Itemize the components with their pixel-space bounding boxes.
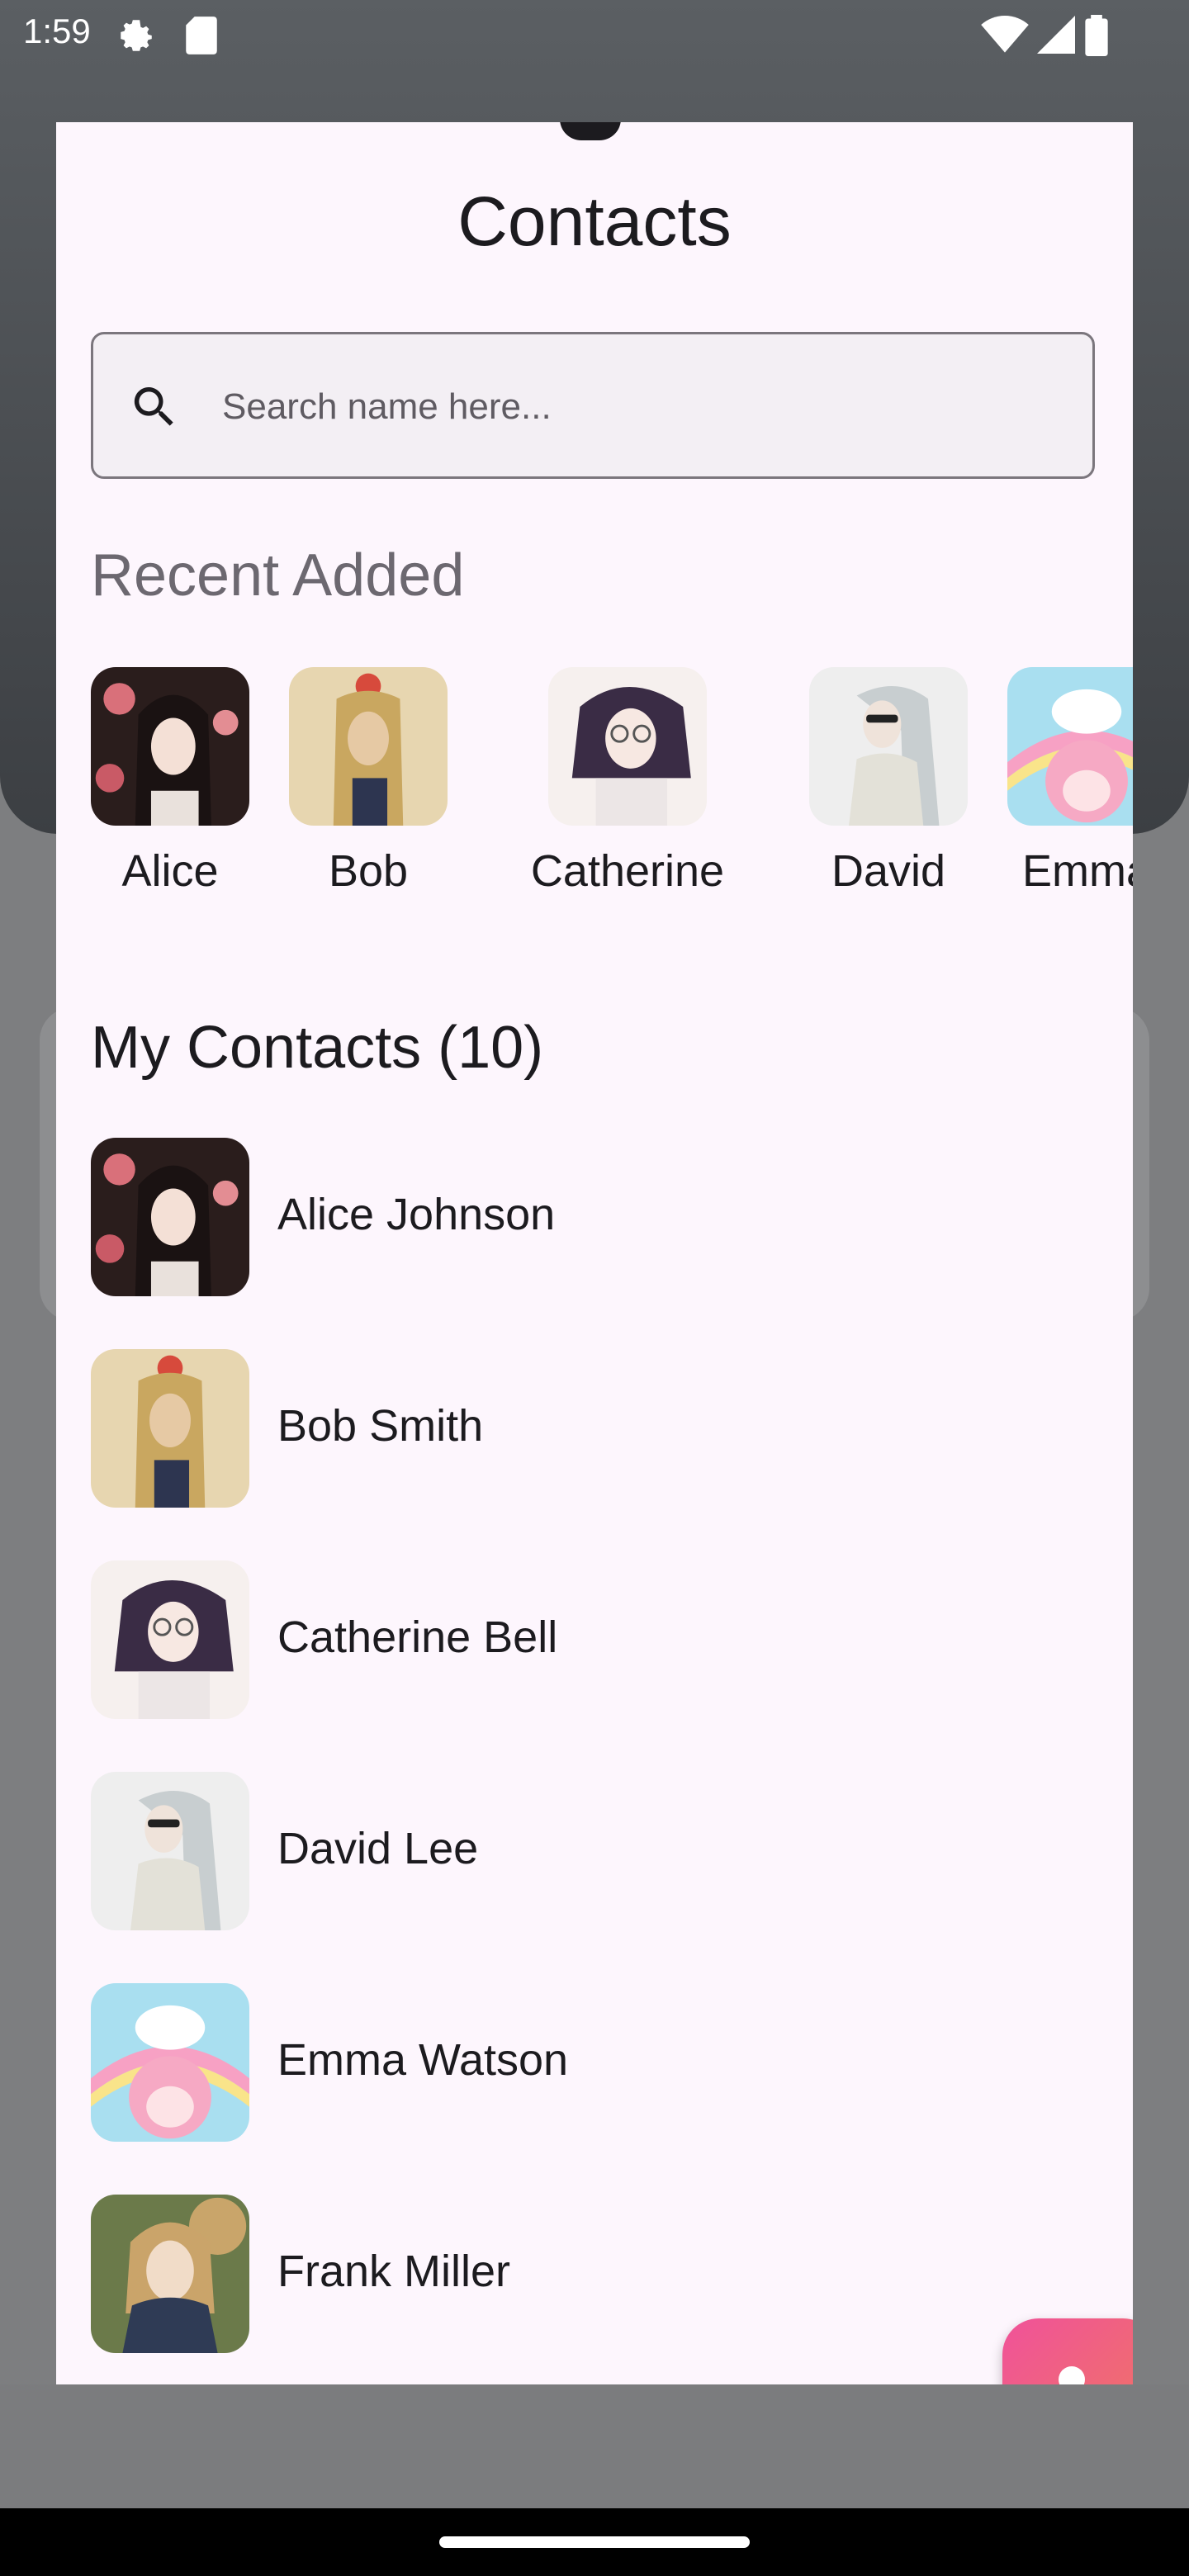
recent-name: Bob: [328, 846, 409, 896]
avatar: [91, 1772, 249, 1930]
contacts-sheet: Contacts Recent Added Alice Bob Catherin…: [56, 122, 1133, 2384]
recent-contacts-row[interactable]: Alice Bob Catherine David Emma: [91, 667, 1133, 1030]
wifi-icon: [981, 15, 1029, 59]
contact-name: Frank Miller: [277, 2247, 511, 2296]
contact-name: Bob Smith: [277, 1401, 484, 1451]
search-field[interactable]: [91, 332, 1095, 479]
page-title: Contacts: [457, 182, 732, 260]
contact-row-catherine-bell[interactable]: Catherine Bell: [91, 1560, 1082, 1719]
avatar: [91, 2195, 249, 2353]
avatar: [548, 667, 707, 826]
avatar: [809, 667, 968, 826]
recent-name: Alice: [121, 846, 219, 896]
avatar: [91, 1983, 249, 2142]
recent-item-catherine[interactable]: Catherine: [512, 667, 743, 897]
search-input[interactable]: [220, 371, 1049, 443]
contacts-section-title: My Contacts (10): [91, 1015, 544, 1081]
recent-item-bob[interactable]: Bob: [289, 667, 448, 897]
avatar: [91, 1560, 249, 1719]
contact-row-frank-miller[interactable]: Frank Miller: [91, 2195, 1082, 2353]
contact-row-emma-watson[interactable]: Emma Watson: [91, 1983, 1082, 2142]
recent-name: David: [831, 846, 946, 896]
search-icon: [128, 381, 181, 433]
contact-row-alice-johnson[interactable]: Alice Johnson: [91, 1138, 1082, 1296]
recent-item-alice[interactable]: Alice: [91, 667, 249, 897]
contact-name: Alice Johnson: [277, 1190, 556, 1239]
battery-icon: [1085, 15, 1108, 60]
contact-row-david-lee[interactable]: David Lee: [91, 1772, 1082, 1930]
home-gesture-handle[interactable]: [439, 2536, 750, 2548]
recent-section-title: Recent Added: [91, 542, 465, 608]
settings-icon: [116, 15, 157, 60]
recent-item-emma[interactable]: Emma: [1007, 667, 1133, 897]
avatar: [91, 1349, 249, 1508]
avatar: [91, 1138, 249, 1296]
contact-name: Emma Watson: [277, 2035, 569, 2085]
recent-name: Emma: [1021, 846, 1133, 896]
status-bar: 1:59: [0, 0, 1189, 69]
background-scrim: [0, 2384, 1189, 2508]
add-contact-button[interactable]: [1002, 2318, 1133, 2384]
recent-item-david[interactable]: David: [809, 667, 968, 897]
recent-name: Catherine: [530, 846, 725, 896]
avatar: [91, 667, 249, 826]
navigation-bar: [0, 2508, 1189, 2576]
sd-card-icon: [183, 15, 220, 60]
avatar: [1007, 667, 1133, 826]
avatar: [289, 667, 448, 826]
contact-name: David Lee: [277, 1824, 479, 1873]
status-time: 1:59: [23, 12, 91, 50]
contact-name: Catherine Bell: [277, 1612, 558, 1662]
contact-row-bob-smith[interactable]: Bob Smith: [91, 1349, 1082, 1508]
signal-icon: [1037, 15, 1075, 59]
drag-handle[interactable]: [560, 122, 621, 140]
